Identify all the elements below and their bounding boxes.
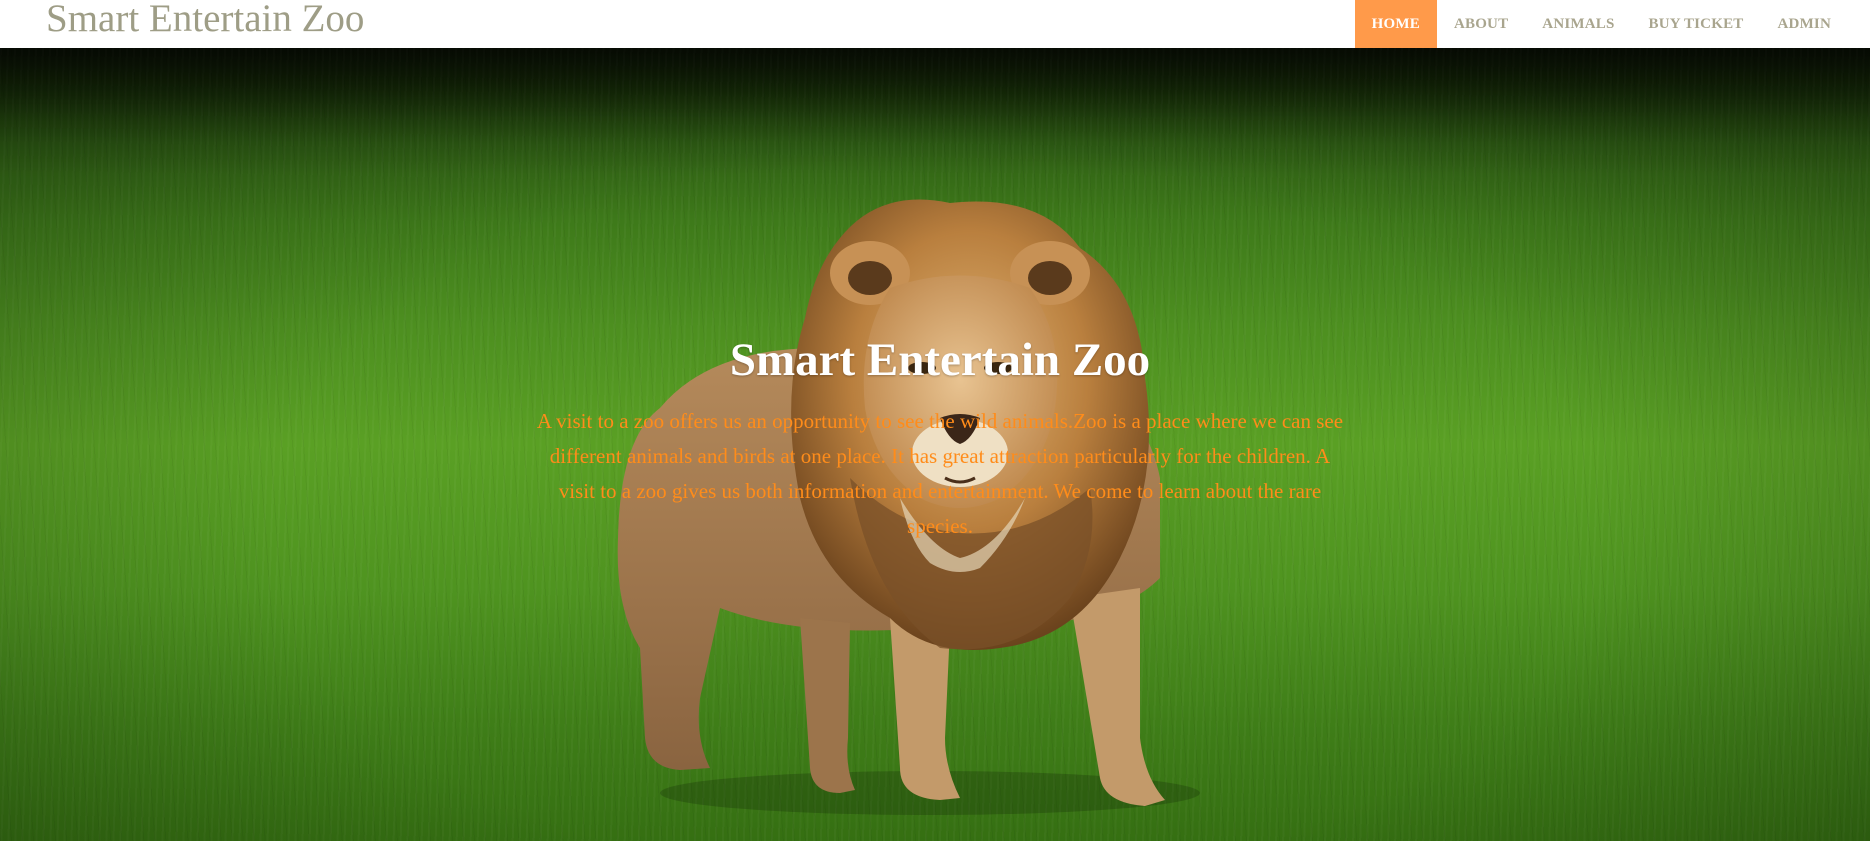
- hero-banner: Smart Entertain Zoo A visit to a zoo off…: [0, 48, 1870, 841]
- hero-title: Smart Entertain Zoo: [729, 334, 1151, 386]
- nav-buy-ticket[interactable]: BUY TICKET: [1632, 0, 1761, 48]
- main-nav: HOME ABOUT ANIMALS BUY TICKET ADMIN: [1354, 0, 1849, 48]
- nav-animals[interactable]: ANIMALS: [1525, 0, 1631, 48]
- hero-description: A visit to a zoo offers us an opportunit…: [536, 409, 1344, 538]
- nav-admin[interactable]: ADMIN: [1761, 0, 1849, 48]
- hero-content: Smart Entertain Zoo A visit to a zoo off…: [520, 330, 1360, 544]
- top-navbar: Smart Entertain Zoo HOME ABOUT ANIMALS B…: [0, 0, 1870, 48]
- nav-about[interactable]: ABOUT: [1437, 0, 1525, 48]
- nav-home[interactable]: HOME: [1354, 0, 1437, 48]
- brand-logo-link[interactable]: Smart Entertain Zoo: [46, 0, 364, 43]
